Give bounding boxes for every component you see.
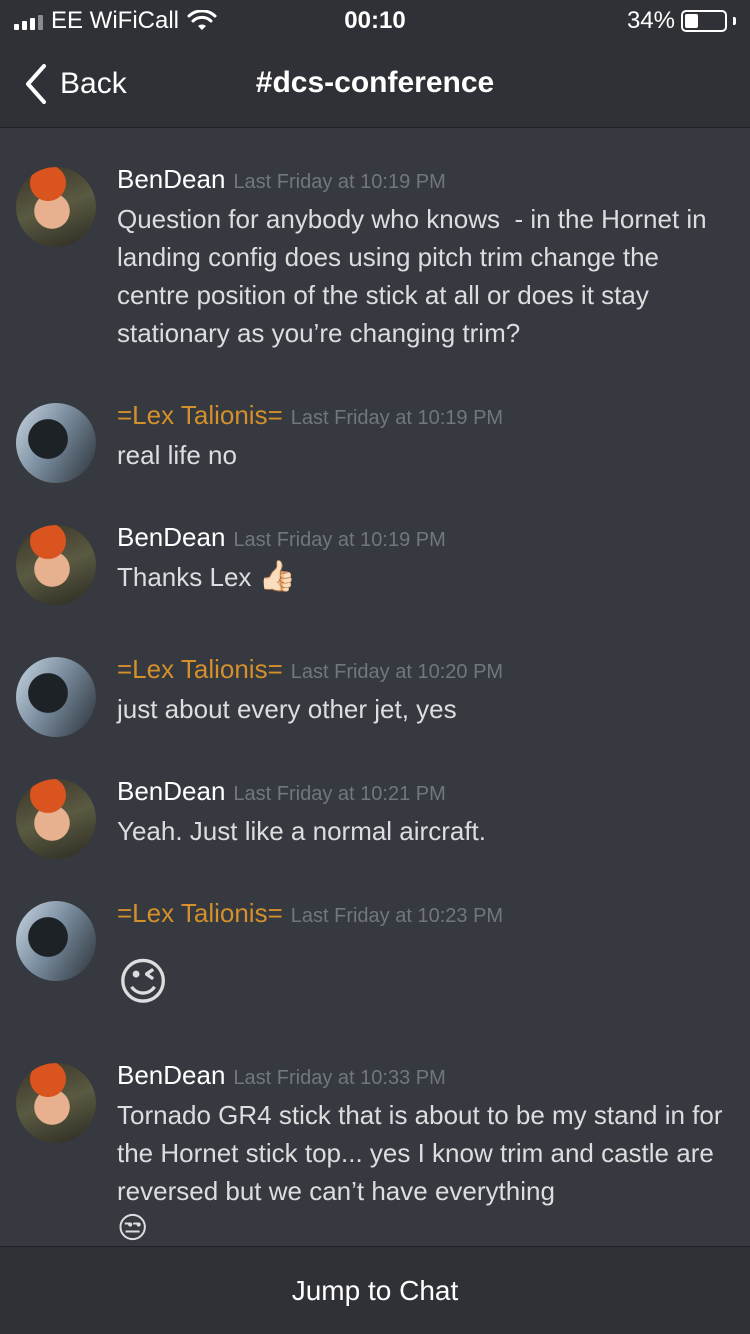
message-header: BenDean Last Friday at 10:19 PM bbox=[117, 522, 730, 558]
message-timestamp: Last Friday at 10:19 PM bbox=[233, 529, 446, 551]
avatar[interactable] bbox=[16, 779, 96, 859]
author-name[interactable]: =Lex Talionis= bbox=[117, 654, 283, 685]
author-name[interactable]: BenDean bbox=[117, 522, 225, 553]
message-body: BenDean Last Friday at 10:21 PM Yeah. Ju… bbox=[117, 776, 730, 850]
wink-emoji-icon: 😉 bbox=[117, 954, 170, 1010]
message-header: BenDean Last Friday at 10:19 PM bbox=[117, 164, 730, 200]
message-text: Question for anybody who knows - in the … bbox=[117, 204, 714, 348]
battery-fill bbox=[685, 14, 698, 28]
message-text: Yeah. Just like a normal aircraft. bbox=[117, 816, 486, 846]
message-header: =Lex Talionis= Last Friday at 10:19 PM bbox=[117, 400, 730, 436]
message-header: =Lex Talionis= Last Friday at 10:23 PM bbox=[117, 898, 730, 934]
message-timestamp: Last Friday at 10:19 PM bbox=[290, 407, 504, 429]
nav-bar: Back #dcs-conference bbox=[0, 40, 750, 128]
unamused-emoji-icon: 😒 bbox=[117, 1212, 149, 1245]
avatar[interactable] bbox=[16, 403, 96, 483]
message-body: =Lex Talionis= Last Friday at 10:19 PM r… bbox=[117, 400, 730, 474]
author-name[interactable]: BenDean bbox=[117, 164, 225, 195]
message-body: =Lex Talionis= Last Friday at 10:23 PM 😉 bbox=[117, 898, 730, 1014]
message-text: Tornado GR4 stick that is about to be my… bbox=[117, 1100, 730, 1206]
message-header: =Lex Talionis= Last Friday at 10:20 PM bbox=[117, 654, 730, 690]
message-header: BenDean Last Friday at 10:21 PM bbox=[117, 776, 730, 812]
author-name[interactable]: BenDean bbox=[117, 776, 225, 807]
message-timestamp: Last Friday at 10:21 PM bbox=[233, 783, 446, 805]
message-text-content: Thanks Lex bbox=[117, 562, 252, 592]
message-body: BenDean Last Friday at 10:19 PM Thanks L… bbox=[117, 522, 730, 596]
message-timestamp: Last Friday at 10:20 PM bbox=[290, 661, 504, 683]
avatar[interactable] bbox=[16, 1063, 96, 1143]
message-body: BenDean Last Friday at 10:33 PM Tornado … bbox=[117, 1060, 730, 1246]
message-body: =Lex Talionis= Last Friday at 10:20 PM j… bbox=[117, 654, 730, 728]
author-name[interactable]: =Lex Talionis= bbox=[117, 400, 283, 431]
battery-percent: 34% bbox=[626, 7, 675, 34]
message-list[interactable]: BenDean Last Friday at 10:19 PM Question… bbox=[0, 129, 750, 1246]
author-name[interactable]: =Lex Talionis= bbox=[117, 898, 283, 929]
channel-title: #dcs-conference bbox=[255, 66, 495, 99]
message-timestamp: Last Friday at 10:33 PM bbox=[233, 1067, 446, 1089]
avatar[interactable] bbox=[16, 657, 96, 737]
avatar[interactable] bbox=[16, 525, 96, 605]
message-text: just about every other jet, yes bbox=[117, 694, 457, 724]
author-name[interactable]: BenDean bbox=[117, 1060, 225, 1091]
avatar[interactable] bbox=[16, 167, 96, 247]
status-bar: EE WiFiCall 00:10 34% bbox=[0, 0, 750, 40]
message-header: BenDean Last Friday at 10:33 PM bbox=[117, 1060, 730, 1096]
thumbs-up-emoji-icon: 👍🏻 bbox=[258, 560, 296, 593]
jump-to-chat-label: Jump to Chat bbox=[291, 1274, 459, 1306]
avatar[interactable] bbox=[16, 901, 96, 981]
message-text: Thanks Lex 👍🏻 bbox=[117, 558, 730, 596]
jump-to-chat-button[interactable]: Jump to Chat bbox=[0, 1246, 750, 1334]
message-text: real life no bbox=[117, 440, 237, 470]
message-body: BenDean Last Friday at 10:19 PM Question… bbox=[117, 164, 730, 352]
message-timestamp: Last Friday at 10:19 PM bbox=[233, 171, 446, 193]
message-timestamp: Last Friday at 10:23 PM bbox=[290, 905, 504, 927]
battery-icon bbox=[681, 10, 727, 32]
status-right: 34% bbox=[627, 7, 736, 35]
battery-tip bbox=[733, 17, 736, 25]
